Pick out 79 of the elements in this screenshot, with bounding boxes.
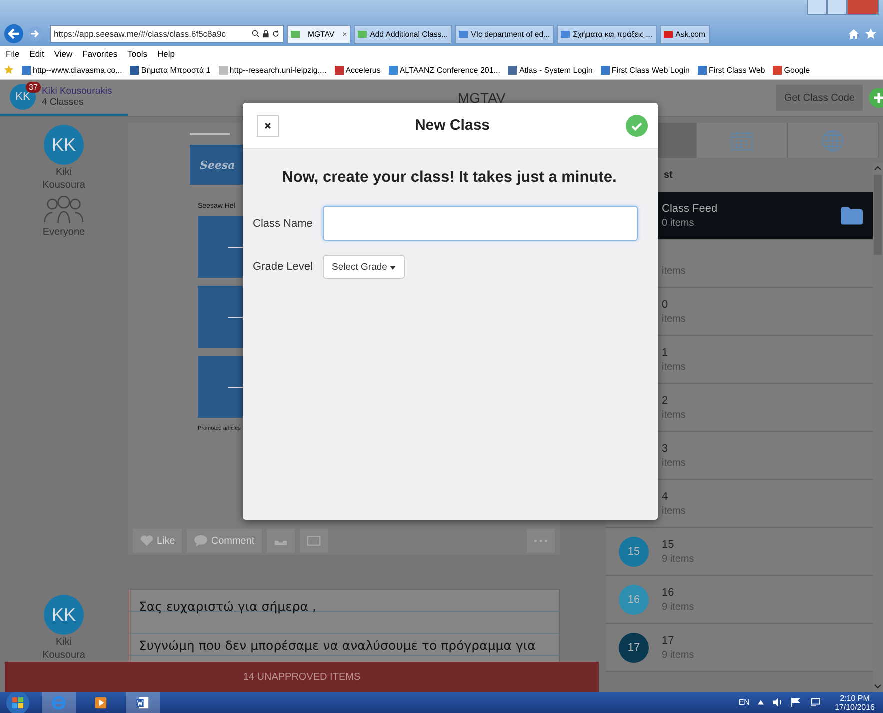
- favorites-star-icon[interactable]: [4, 65, 14, 75]
- dialog-title: New Class: [414, 117, 492, 134]
- student-name: Kiki: [56, 637, 72, 648]
- menu-item[interactable]: Help: [157, 48, 175, 58]
- show-hidden-icon[interactable]: [758, 700, 764, 705]
- start-button[interactable]: [6, 690, 30, 713]
- star-icon[interactable]: [865, 28, 877, 40]
- back-button[interactable]: [4, 24, 24, 44]
- lock-icon: [262, 30, 270, 38]
- add-icon[interactable]: [869, 88, 883, 108]
- favorite-link[interactable]: Βήματα Μπροστά 1: [130, 66, 211, 74]
- calendar-icon: [731, 130, 753, 152]
- menu-item[interactable]: File: [6, 48, 20, 58]
- post-text: Σας ευχαριστώ για σήμερα ,: [139, 599, 318, 614]
- minimize-button[interactable]: [807, 0, 827, 15]
- confirm-button[interactable]: [626, 114, 648, 136]
- favorite-link[interactable]: Atlas - System Login: [508, 66, 593, 74]
- favorite-link[interactable]: http--www.diavasma.co...: [22, 66, 122, 74]
- notification-badge: 37: [26, 82, 41, 93]
- scroll-down-icon[interactable]: [874, 684, 882, 689]
- student-name: Kousoura: [42, 180, 86, 191]
- language-indicator[interactable]: EN: [738, 698, 750, 707]
- unapproved-label[interactable]: 14 UNAPPROVED ITEMS: [243, 672, 361, 682]
- search-icon[interactable]: [252, 30, 260, 38]
- student-avatar: 17: [619, 632, 649, 662]
- field-label: Grade Level: [253, 261, 314, 273]
- heart-icon: [140, 535, 154, 547]
- folder-button[interactable]: [300, 529, 328, 553]
- scroll-thumb[interactable]: [874, 175, 882, 255]
- globe-icon: [822, 130, 844, 152]
- field-label: Class Name: [253, 218, 314, 230]
- scrollbar[interactable]: [873, 163, 883, 692]
- home-icon[interactable]: [848, 28, 860, 40]
- menu-item[interactable]: Tools: [128, 48, 148, 58]
- network-icon[interactable]: [810, 698, 821, 707]
- avatar[interactable]: KK: [44, 595, 84, 635]
- folder-icon: [841, 206, 863, 224]
- clock[interactable]: 2:10 PM 17/10/2016: [834, 694, 875, 712]
- banner-title: Seesa: [200, 158, 236, 172]
- share-button[interactable]: [266, 529, 295, 553]
- favorite-link[interactable]: First Class Web Login: [600, 66, 690, 74]
- speech-bubble-icon: [194, 535, 208, 547]
- student-avatar: 15: [619, 536, 649, 566]
- class-name-field[interactable]: [323, 206, 638, 241]
- taskbar-browser-icon[interactable]: [42, 692, 76, 713]
- student-name: Kousoura: [42, 650, 86, 661]
- flag-icon[interactable]: [790, 698, 802, 707]
- class-count: 4 Classes: [42, 97, 85, 108]
- class-title: MGTAV: [458, 90, 506, 106]
- post-text: Συγνώμη που δεν μπορέσαμε να αναλύσουμε το πρόγραμμα για: [139, 638, 537, 653]
- unapproved-bar[interactable]: 14 UNAPPROVED ITEMS: [5, 662, 599, 692]
- menu-item[interactable]: Favorites: [82, 48, 118, 58]
- student-avatar: 16: [619, 584, 649, 614]
- student-name: Kiki: [56, 167, 72, 178]
- address-bar[interactable]: https://app.seesaw.me/#/class/class.6f5c8a9c: [50, 25, 284, 43]
- taskbar-document-icon[interactable]: [126, 692, 160, 713]
- favorite-link[interactable]: Google: [773, 66, 810, 74]
- close-icon: [264, 122, 272, 130]
- avatar[interactable]: KK: [44, 125, 84, 165]
- maximize-button[interactable]: [827, 0, 847, 15]
- caret-icon: [390, 266, 396, 270]
- more-button[interactable]: [527, 529, 555, 553]
- menu-item[interactable]: Edit: [30, 48, 44, 58]
- dialog-heading: Now, create your class! It takes just a minute.: [281, 169, 618, 187]
- forward-button[interactable]: [27, 26, 43, 42]
- refresh-icon[interactable]: [272, 30, 280, 38]
- back-link-line: [190, 133, 230, 135]
- folder-icon: [306, 535, 321, 547]
- scroll-up-icon[interactable]: [874, 166, 882, 171]
- favorite-link[interactable]: ALTAANZ Conference 201...: [388, 66, 500, 74]
- grade-dropdown[interactable]: Select Grade: [323, 255, 406, 279]
- list-heading: st: [664, 170, 673, 180]
- favorite-link[interactable]: Accelerus: [334, 66, 381, 74]
- group-icon: [43, 195, 85, 225]
- close-button[interactable]: [257, 114, 279, 136]
- favorite-link[interactable]: http--research.uni-leipzig....: [218, 66, 327, 74]
- speaker-icon[interactable]: [772, 698, 783, 707]
- menu-item[interactable]: View: [54, 48, 73, 58]
- favorite-link[interactable]: First Class Web: [698, 66, 766, 74]
